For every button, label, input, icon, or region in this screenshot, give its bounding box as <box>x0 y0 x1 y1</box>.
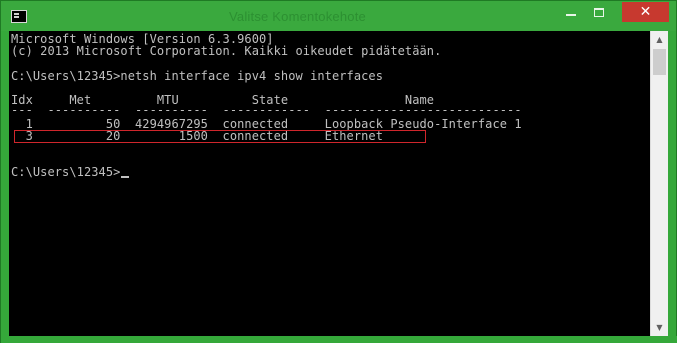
prompt-text: C:\Users\12345> <box>11 165 121 179</box>
table-header: Idx Met MTU State Name <box>11 93 435 107</box>
minimize-icon <box>566 14 576 16</box>
close-button[interactable]: ✕ <box>622 2 669 22</box>
highlight-box <box>14 130 426 143</box>
table-separator: --- ---------- ---------- ------------ -… <box>11 106 522 114</box>
console-line: C:\Users\12345>netsh interface ipv4 show… <box>11 69 384 83</box>
vertical-scrollbar[interactable]: ▲ ▼ <box>650 31 668 336</box>
minimize-button[interactable] <box>558 2 584 22</box>
console-output[interactable]: Microsoft Windows [Version 6.3.9600] (c)… <box>9 31 650 336</box>
maximize-icon <box>594 7 604 17</box>
close-icon: ✕ <box>639 4 652 20</box>
scroll-down-arrow-icon[interactable]: ▼ <box>651 319 668 336</box>
window-title: Valitse Komentokehote <box>229 9 366 24</box>
scroll-thumb[interactable] <box>653 49 666 75</box>
prompt-line[interactable]: C:\Users\12345> <box>11 165 130 179</box>
cmd-icon[interactable] <box>11 10 27 23</box>
console-line: (c) 2013 Microsoft Corporation. Kaikki o… <box>11 44 442 58</box>
scroll-up-arrow-icon[interactable]: ▲ <box>651 31 668 48</box>
text-cursor <box>121 176 130 178</box>
window-bottom-frame <box>1 336 677 343</box>
title-bar[interactable]: Valitse Komentokehote ✕ <box>1 1 676 31</box>
command-prompt-window: Valitse Komentokehote ✕ Microsoft Window… <box>0 0 677 343</box>
maximize-button[interactable] <box>586 2 612 22</box>
